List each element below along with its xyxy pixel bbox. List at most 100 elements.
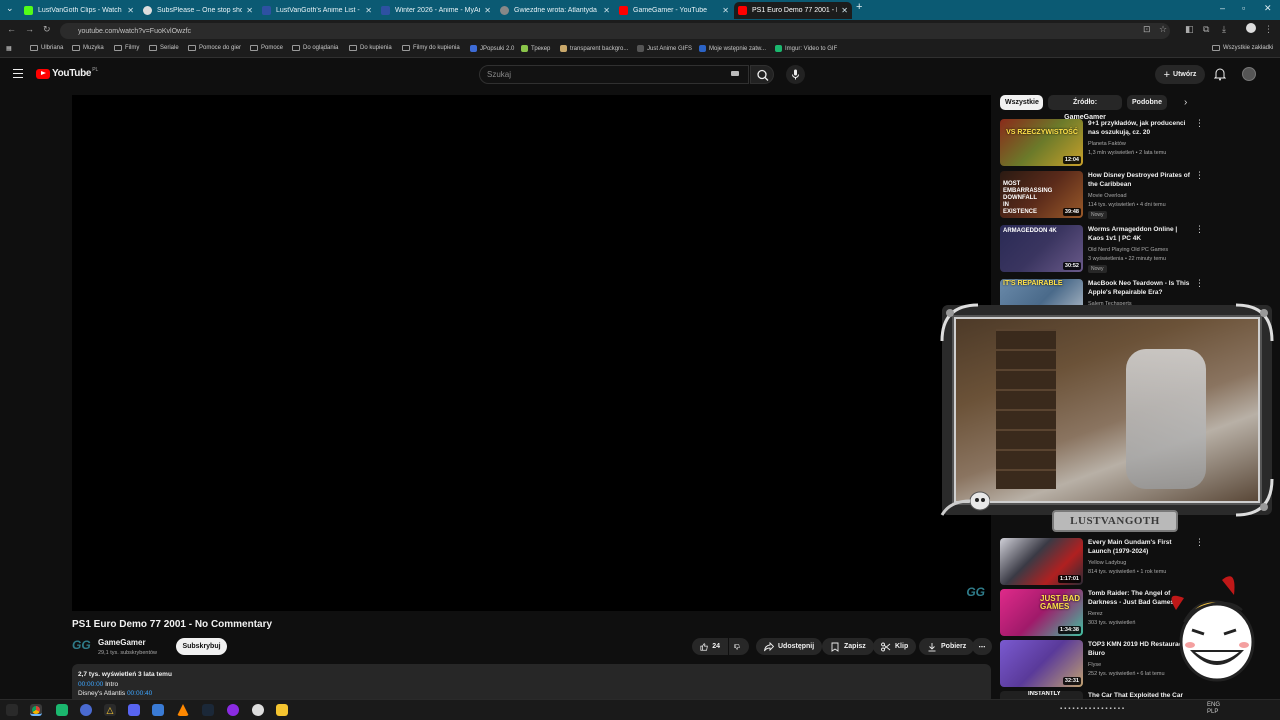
- bookmark-folder[interactable]: Filmy: [114, 45, 139, 51]
- chapter-timestamp[interactable]: 00:00:00: [78, 681, 103, 688]
- more-vertical-icon[interactable]: ⋮: [1195, 171, 1204, 180]
- video-thumbnail[interactable]: 1:17:01: [1000, 538, 1083, 585]
- bookmark-folder[interactable]: Ulbriana: [30, 45, 63, 51]
- video-description[interactable]: 2,7 tys. wyświetleń 3 lata temu 00:00:00…: [72, 664, 991, 704]
- apps-icon[interactable]: ▦: [6, 45, 12, 52]
- bookmark-link[interactable]: Just Anime GIFS: [637, 45, 692, 52]
- extensions-puzzle-icon[interactable]: ⧉: [1203, 24, 1209, 35]
- clip-button[interactable]: Klip: [873, 638, 917, 655]
- close-icon[interactable]: ✕: [841, 6, 848, 15]
- system-tray-icons[interactable]: ▪▪▪▪▪▪▪▪▪▪▪▪▪▪▪▪: [1060, 706, 1126, 712]
- chrome-icon[interactable]: [30, 704, 42, 716]
- tab-kick[interactable]: LustVanGoth Clips - Watch Live✕: [20, 2, 138, 19]
- recommendation-item[interactable]: INSTANTLY The Car That Exploited the Car: [1000, 691, 1205, 699]
- address-bar[interactable]: youtube.com/watch?v=FuoKvlOwzfc: [60, 23, 1170, 39]
- bookmark-star-icon[interactable]: ☆: [1159, 24, 1167, 35]
- chevron-right-icon[interactable]: ›: [1184, 97, 1187, 108]
- reload-icon[interactable]: ↻: [43, 24, 51, 35]
- video-thumbnail[interactable]: 32:31: [1000, 640, 1083, 687]
- account-avatar[interactable]: [1242, 67, 1256, 81]
- bookmark-folder[interactable]: Seriale: [149, 45, 179, 51]
- share-button[interactable]: Udostępnij: [756, 638, 823, 655]
- notifications-bell-icon[interactable]: [1214, 67, 1226, 81]
- recommendation-channel[interactable]: Flyse: [1088, 662, 1101, 668]
- minimize-icon[interactable]: –: [1220, 3, 1225, 13]
- video-player[interactable]: GG: [72, 95, 991, 611]
- app-icon[interactable]: [56, 704, 68, 716]
- tab-mal-winter[interactable]: Winter 2026 - Anime - MyAnim✕: [377, 2, 495, 19]
- chip-from-channel[interactable]: Źródło: GameGamer: [1048, 95, 1122, 121]
- video-thumbnail[interactable]: MOST EMBARRASSING DOWNFALL IN EXISTENCE …: [1000, 171, 1083, 218]
- voice-search-button[interactable]: [786, 65, 805, 84]
- recommendation-item[interactable]: VS RZECZYWISTOŚĆ 12:04 9+1 przykładów, j…: [1000, 119, 1205, 167]
- back-icon[interactable]: ←: [7, 24, 16, 34]
- bookmark-link[interactable]: transparent backgro...: [560, 45, 628, 52]
- bookmark-link[interactable]: Imgur: Video to GIF: [775, 45, 837, 52]
- video-thumbnail[interactable]: ARMAGEDDON 4K 30:52: [1000, 225, 1083, 272]
- app-icon[interactable]: [80, 704, 92, 716]
- search-button[interactable]: [750, 65, 774, 84]
- chip-all[interactable]: Wszystkie: [1000, 95, 1043, 110]
- more-vertical-icon[interactable]: ⋮: [1195, 119, 1204, 128]
- windows-start-icon[interactable]: [6, 704, 18, 716]
- bookmark-folder[interactable]: Do kupienia: [349, 45, 392, 51]
- dislike-button[interactable]: [729, 638, 749, 655]
- steam-icon[interactable]: [202, 704, 214, 716]
- more-actions-button[interactable]: ⋯: [972, 638, 992, 655]
- tab-subsplease[interactable]: SubsPlease – One stop shop fo✕: [139, 2, 257, 19]
- new-tab-button[interactable]: +: [856, 1, 862, 13]
- like-button[interactable]: 24: [692, 638, 728, 655]
- more-vertical-icon[interactable]: ⋮: [1195, 225, 1204, 234]
- video-thumbnail[interactable]: VS RZECZYWISTOŚĆ 12:04: [1000, 119, 1083, 166]
- close-icon[interactable]: ✕: [365, 6, 372, 15]
- chip-related[interactable]: Podobne: [1127, 95, 1167, 110]
- menu-icon[interactable]: [13, 69, 23, 81]
- profile-icon[interactable]: [1246, 23, 1256, 33]
- language-indicator[interactable]: ENG PLP: [1207, 702, 1220, 716]
- forward-icon[interactable]: →: [25, 24, 34, 34]
- close-icon[interactable]: ✕: [127, 6, 134, 15]
- close-icon[interactable]: ✕: [603, 6, 610, 15]
- channel-watermark[interactable]: GG: [966, 585, 985, 599]
- recommendation-item[interactable]: ARMAGEDDON 4K 30:52 Worms Armageddon Onl…: [1000, 225, 1205, 273]
- keyboard-icon[interactable]: [731, 71, 739, 76]
- channel-name[interactable]: GameGamer: [98, 638, 146, 647]
- create-button[interactable]: + Utwórz: [1155, 65, 1205, 84]
- all-bookmarks-folder[interactable]: Wszystkie zakładki: [1212, 45, 1273, 51]
- tab-search-icon[interactable]: ⌄: [6, 3, 14, 14]
- extension-icon[interactable]: ◧: [1185, 24, 1194, 35]
- subscribe-button[interactable]: Subskrybuj: [176, 638, 227, 655]
- file-explorer-icon[interactable]: [276, 704, 288, 716]
- app-icon[interactable]: △: [104, 704, 116, 716]
- downloads-icon[interactable]: ⤓: [1222, 24, 1226, 35]
- recommendation-channel[interactable]: Old Nerd Playing Old PC Games: [1088, 247, 1168, 253]
- close-icon[interactable]: ✕: [246, 6, 253, 15]
- youtube-logo[interactable]: YouTube PL: [36, 67, 98, 79]
- discord-icon[interactable]: [128, 704, 140, 716]
- more-vertical-icon[interactable]: ⋮: [1195, 538, 1204, 547]
- maximize-icon[interactable]: ▫: [1242, 3, 1245, 13]
- recommendation-channel[interactable]: Movie Overload: [1088, 193, 1127, 199]
- tab-gamegamer[interactable]: GameGamer - YouTube ✕: [615, 2, 733, 19]
- app-icon[interactable]: [227, 704, 239, 716]
- install-icon[interactable]: ⊡: [1143, 24, 1151, 35]
- app-icon[interactable]: [152, 704, 164, 716]
- channel-avatar[interactable]: GG: [72, 638, 92, 654]
- recommendation-channel[interactable]: Yellow Ladybug: [1088, 560, 1126, 566]
- vlc-icon[interactable]: [177, 704, 189, 716]
- tab-stargate[interactable]: Gwiezdne wrota: Atlantyda / St✕: [496, 2, 614, 19]
- search-input[interactable]: Szukaj: [479, 65, 749, 84]
- video-thumbnail[interactable]: JUST BAD GAMES 1:34:38: [1000, 589, 1083, 636]
- recommendation-item[interactable]: MOST EMBARRASSING DOWNFALL IN EXISTENCE …: [1000, 171, 1205, 219]
- recommendation-channel[interactable]: Rerez: [1088, 611, 1103, 617]
- tab-current-video[interactable]: PS1 Euro Demo 77 2001 - No C✕: [734, 2, 852, 19]
- bookmark-folder[interactable]: Muzyka: [72, 45, 104, 51]
- save-button[interactable]: Zapisz: [822, 638, 874, 655]
- recommendation-channel[interactable]: Planeta Faktów: [1088, 141, 1126, 147]
- close-icon[interactable]: ✕: [722, 6, 729, 15]
- bookmark-folder[interactable]: Pomoce: [250, 45, 283, 51]
- tab-mal-list[interactable]: LustVanGoth's Anime List - My✕: [258, 2, 376, 19]
- download-button[interactable]: Pobierz: [919, 638, 975, 655]
- bookmark-link[interactable]: Moje wstępnie zatw...: [699, 45, 766, 52]
- more-vertical-icon[interactable]: ⋮: [1195, 279, 1204, 288]
